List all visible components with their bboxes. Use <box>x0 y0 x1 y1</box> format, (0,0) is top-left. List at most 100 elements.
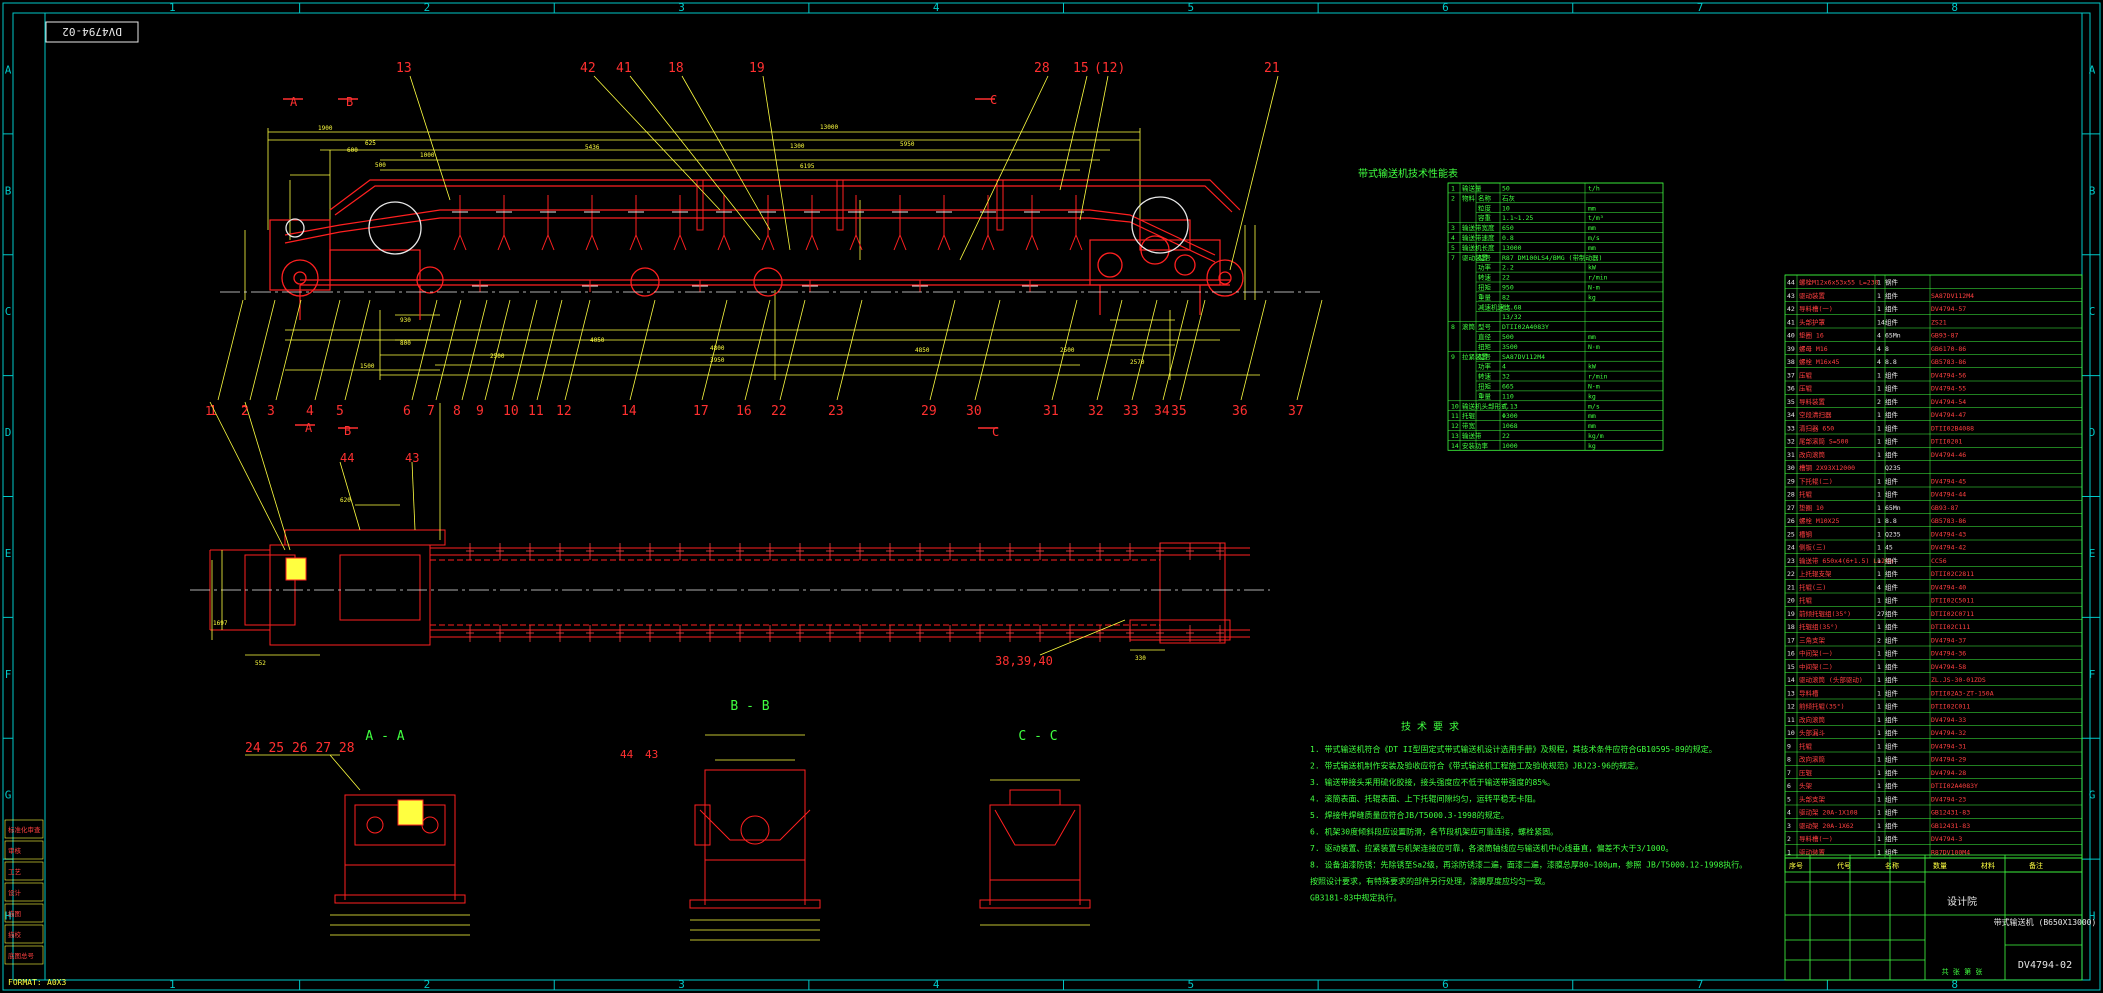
tech-table-cell: Φ300 <box>1502 412 1518 420</box>
bom-cell: 1 <box>1877 742 1881 750</box>
cad-drawing-canvas: 1122334455667788 A AB BC CD DE EF FG GH H DV4794… <box>0 0 2103 993</box>
bom-cell: 组件 <box>1885 662 1899 671</box>
section-mark-a-bottom: A <box>305 421 313 435</box>
tech-table-cell: m/s <box>1588 234 1600 242</box>
bom-cell: 4 <box>1877 345 1881 353</box>
col-label-bottom: 2 <box>424 978 431 991</box>
plan-callout-1: 1 <box>205 404 212 418</box>
bom-cell: 组件 <box>1885 423 1899 432</box>
section-mark-c-bottom: C <box>992 425 999 439</box>
bom-cell: 7 <box>1787 769 1791 777</box>
bom-cell: 导料槽 <box>1799 688 1819 697</box>
bom-cell: DV4794-3 <box>1931 835 1962 843</box>
callout-33: 33 <box>1123 404 1139 419</box>
bom-cell: 38 <box>1787 358 1795 366</box>
bom-cell: DV4794-36 <box>1931 650 1966 658</box>
bom-cell: 垫圈 10 <box>1799 503 1824 512</box>
tech-table-cell: 型号 <box>1478 352 1492 361</box>
tech-table-cell: 63.68 <box>1502 303 1522 311</box>
row-label-left: E <box>5 547 12 560</box>
left-strip-label: 底图总号 <box>8 951 35 960</box>
bom-cell: 改向滚筒 <box>1799 715 1826 724</box>
tech-table-cell: 输送带宽度 <box>1462 223 1495 232</box>
tech-note-item: 3. 输送带接头采用硫化胶接，接头强度应不低于输送带强度的85%。 <box>1310 777 1555 787</box>
bom-cell: 螺栓 M10X25 <box>1799 516 1839 525</box>
bom-cell: 1 <box>1877 795 1881 803</box>
bom-cell: 4 <box>1877 332 1881 340</box>
dimension-label: 5950 <box>900 141 915 148</box>
bom-cell: 34 <box>1787 411 1795 419</box>
bom-cell: 29 <box>1787 477 1795 485</box>
col-label-bottom: 5 <box>1188 978 1195 991</box>
bom-cell: Q235 <box>1885 530 1901 538</box>
callout-11: 11 <box>528 404 544 419</box>
tech-table-cell: 托辊 <box>1462 411 1476 420</box>
bom-cell: 1 <box>1877 769 1881 777</box>
bom-cell: 组件 <box>1885 821 1899 830</box>
section-aa-callouts: 24 25 26 27 28 <box>245 741 355 756</box>
bom-cell: 1 <box>1877 663 1881 671</box>
tech-table-cell: r/min <box>1588 373 1608 381</box>
callout-30: 30 <box>966 404 982 419</box>
bom-cell: DV4794-37 <box>1931 636 1966 644</box>
dimension-label: 800 <box>400 340 411 347</box>
plan-callout-38-40: 38,39,40 <box>995 654 1053 668</box>
bom-cell: 1 <box>1877 371 1881 379</box>
bom-cell: DTII02C0711 <box>1931 610 1974 618</box>
col-label-top: 4 <box>933 1 940 14</box>
tech-table-cell: 9 <box>1451 353 1455 361</box>
bom-cell: 1 <box>1877 504 1881 512</box>
bom-cell: 前倾托辊(35°) <box>1799 702 1845 711</box>
callout-28: 28 <box>1034 61 1050 76</box>
callout-23: 23 <box>828 404 844 419</box>
tech-note-item: 5. 焊接件焊缝质量应符合JB/T5000.3-1998的规定。 <box>1310 810 1509 820</box>
tech-table-cell: 500 <box>1502 333 1514 341</box>
row-label-left: B <box>5 184 12 197</box>
tech-table-cell: 输送带速度 <box>1462 233 1495 242</box>
callout-8: 8 <box>453 404 461 419</box>
bom-cell: DV4794-33 <box>1931 716 1966 724</box>
callout-6: 6 <box>403 404 411 419</box>
bom-cell: 组件 <box>1885 582 1899 591</box>
bom-cell: 20 <box>1787 597 1795 605</box>
callout-36: 36 <box>1232 404 1248 419</box>
bom-cell: 压辊 <box>1799 370 1813 379</box>
dimension-label: 600 <box>347 147 358 154</box>
bom-cell: DV4794-57 <box>1931 305 1966 313</box>
bom-cell: DTII02A4083Y <box>1931 782 1978 790</box>
bom-header-cell: 序号 <box>1789 861 1803 870</box>
bom-cell: 26 <box>1787 517 1795 525</box>
callout-32: 32 <box>1088 404 1104 419</box>
callout-41: 41 <box>616 61 632 76</box>
bom-cell: 4 <box>1877 358 1881 366</box>
bom-cell: 组件 <box>1885 834 1899 843</box>
tech-table-cell: N·m <box>1588 383 1600 391</box>
format-label: FORMAT: <box>8 978 42 987</box>
callout-37: 37 <box>1288 404 1304 419</box>
bom-cell: 4 <box>1877 583 1881 591</box>
tech-table-cell: 扭矩 <box>1478 283 1492 292</box>
bom-cell: 导料槽(一) <box>1799 304 1833 313</box>
bom-cell: 1 <box>1877 305 1881 313</box>
plan-dimension-label: 620 <box>340 497 351 504</box>
tech-table-cell: t/h <box>1588 185 1600 193</box>
tech-table-cell: 4 <box>1451 234 1455 242</box>
tech-table-cell: 容重 <box>1478 213 1492 222</box>
bom-cell: 23 <box>1787 557 1795 565</box>
title-sheet: 共 张 第 张 <box>1942 967 1983 976</box>
bom-cell: GB5783-86 <box>1931 358 1966 366</box>
bom-cell: 1 <box>1877 557 1881 565</box>
bom-cell: 组件 <box>1885 808 1899 817</box>
tech-table-cell: N·m <box>1588 343 1600 351</box>
bom-cell: 头部护罩 <box>1799 317 1826 326</box>
bom-cell: 组件 <box>1885 794 1899 803</box>
bom-cell: 头部漏斗 <box>1799 728 1826 737</box>
title-drawing-name: 带式输送机 (B650X13000) <box>1994 917 2097 927</box>
bom-cell: 1 <box>1877 438 1881 446</box>
callout-16: 16 <box>736 404 752 419</box>
bom-cell: 1 <box>1877 650 1881 658</box>
dimension-label: 1900 <box>318 125 333 132</box>
tech-table-cell: 扭矩 <box>1478 342 1492 351</box>
col-label-bottom: 4 <box>933 978 940 991</box>
left-strip-label: 设计 <box>8 888 22 897</box>
